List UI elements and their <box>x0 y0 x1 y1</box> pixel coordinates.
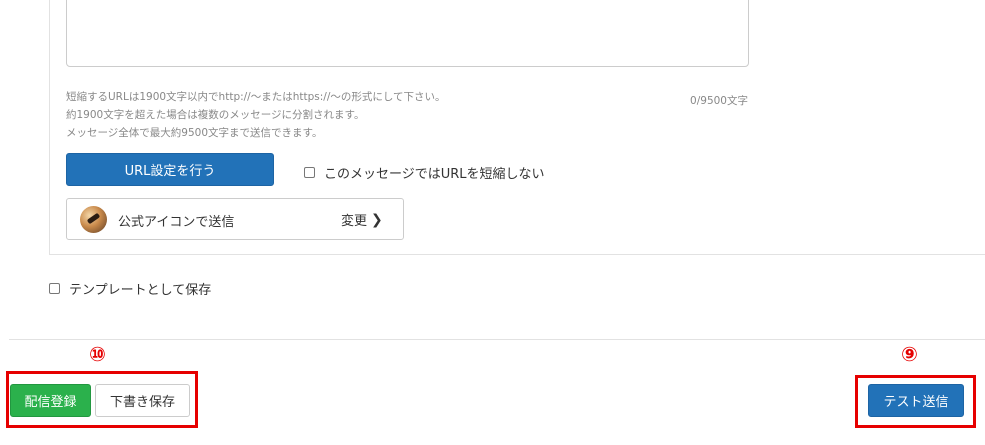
save-draft-button[interactable]: 下書き保存 <box>95 384 190 417</box>
url-settings-button[interactable]: URL設定を行う <box>66 153 274 186</box>
save-as-template-option[interactable]: テンプレートとして保存 <box>49 279 211 298</box>
message-textarea[interactable] <box>66 0 749 67</box>
change-sender-button[interactable]: 変更 ❯ <box>341 210 383 230</box>
sender-selector[interactable]: 公式アイコンで送信 変更 ❯ <box>66 198 404 240</box>
no-shorten-option[interactable]: このメッセージではURLを短縮しない <box>304 163 545 182</box>
chevron-right-icon: ❯ <box>371 211 383 228</box>
annotation-marker-9: ⑨ <box>901 342 918 366</box>
save-as-template-checkbox[interactable] <box>49 283 60 294</box>
footer-divider <box>9 339 985 340</box>
help-line: 短縮するURLは1900文字以内でhttp://〜またはhttps://〜の形式… <box>66 91 446 103</box>
no-shorten-label: このメッセージではURLを短縮しない <box>324 167 545 182</box>
char-counter: 0/9500文字 <box>690 95 748 107</box>
url-help-text: 短縮するURLは1900文字以内でhttp://〜またはhttps://〜の形式… <box>66 88 446 142</box>
test-send-button[interactable]: テスト送信 <box>868 384 964 417</box>
help-line: 約1900文字を超えた場合は複数のメッセージに分割されます。 <box>66 109 365 121</box>
no-shorten-checkbox[interactable] <box>304 167 315 178</box>
register-delivery-button[interactable]: 配信登録 <box>10 384 91 417</box>
sender-label: 公式アイコンで送信 <box>118 215 235 230</box>
official-avatar <box>80 206 107 233</box>
help-line: メッセージ全体で最大約9500文字まで送信できます。 <box>66 127 323 139</box>
change-label: 変更 <box>341 214 368 229</box>
annotation-marker-10: ⑩ <box>89 342 106 366</box>
save-as-template-label: テンプレートとして保存 <box>69 283 212 298</box>
